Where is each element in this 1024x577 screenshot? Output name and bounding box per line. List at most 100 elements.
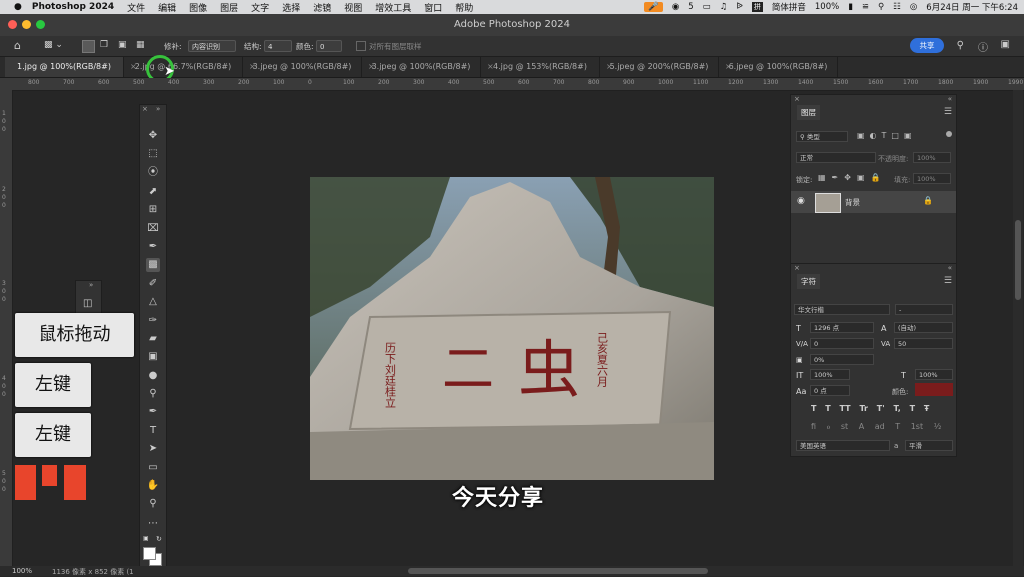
zoom-tool-icon[interactable]: ⚲	[146, 497, 160, 511]
close-tab-icon[interactable]: ×	[249, 57, 256, 77]
search-icon[interactable]: ⚲	[957, 40, 964, 51]
more-tools-icon[interactable]: ⋯	[146, 517, 160, 531]
bluetooth-icon[interactable]: ᐉ	[736, 2, 743, 12]
menu-window[interactable]: 窗口	[424, 1, 442, 14]
fill-field[interactable]: 100%	[913, 173, 951, 184]
home-icon[interactable]: ⌂	[14, 39, 21, 52]
gradient-tool-icon[interactable]: ▣	[146, 350, 160, 364]
vertical-scale-field[interactable]: 100%	[810, 369, 850, 380]
structure-select[interactable]: 4	[264, 40, 292, 52]
layer-kind-filter[interactable]: ⚲ 类型	[796, 131, 848, 142]
menu-filter[interactable]: 滤镜	[313, 1, 331, 14]
close-tab-icon[interactable]: ×	[725, 57, 732, 77]
history-brush-tool-icon[interactable]: ✑	[146, 314, 160, 328]
apple-icon[interactable]: ●	[14, 2, 22, 12]
menu-image[interactable]: 图像	[189, 1, 207, 14]
eyedropper-tool-icon[interactable]: ✒	[146, 240, 160, 254]
siri-icon[interactable]: ◎	[910, 2, 917, 12]
menu-layer[interactable]: 图层	[220, 1, 238, 14]
font-family-select[interactable]: 华文行楷	[794, 304, 890, 315]
horizontal-ruler[interactable]: 800 700 600 500 400 300 200 100 0 100 200 300 400 500…	[0, 78, 1024, 91]
horizontal-scale-field[interactable]: 100%	[915, 369, 953, 380]
collapse-icon[interactable]: »	[89, 281, 93, 289]
hand-tool-icon[interactable]: ✋	[146, 479, 160, 493]
menu-help[interactable]: 帮助	[455, 1, 473, 14]
close-window-icon[interactable]	[8, 20, 17, 29]
path-selection-tool-icon[interactable]: ➤	[146, 442, 160, 456]
opentype-buttons[interactable]: fi ℴ st A ad T 1st ½	[811, 422, 941, 431]
scrollbar-thumb[interactable]	[1015, 220, 1021, 300]
lasso-tool-icon[interactable]: ⦿	[146, 166, 160, 180]
default-colors-icon[interactable]: ▣	[143, 535, 149, 542]
doc-tab[interactable]: × 3.jpeg @ 100%(RGB/8#)	[362, 57, 481, 77]
horizontal-scrollbar-thumb[interactable]	[408, 568, 708, 574]
vertical-scrollbar[interactable]	[1013, 90, 1023, 566]
antialias-select[interactable]: 平滑	[905, 440, 953, 451]
canvas-image[interactable]: 二 虫 历下刘廷桂立 己亥夏六月	[310, 177, 714, 480]
patch-tool-icon[interactable]: ▩	[146, 258, 160, 272]
wechat-icon[interactable]: ◉	[672, 2, 679, 12]
language-select[interactable]: 美国英语	[796, 440, 890, 451]
doc-tab[interactable]: × 2.jpg @ 66.7%(RGB/8#)	[124, 57, 243, 77]
close-panel-icon[interactable]: ×	[794, 95, 800, 103]
menu-app-name[interactable]: Photoshop 2024	[32, 2, 114, 12]
help-icon[interactable]: ⓘ	[978, 39, 988, 54]
pen-tool-icon[interactable]: ✒	[146, 405, 160, 419]
visibility-eye-icon[interactable]: ◉	[797, 196, 805, 206]
close-tab-icon[interactable]: ×	[487, 57, 494, 77]
selection-intersect-icon[interactable]: ▦	[136, 40, 145, 50]
dodge-tool-icon[interactable]: ⚲	[146, 387, 160, 401]
patch-tool-preset-icon[interactable]: ▩ ⌄	[44, 40, 63, 50]
zoom-level[interactable]: 100%	[12, 567, 32, 575]
stamp-tool-icon[interactable]: △	[146, 295, 160, 309]
vertical-ruler[interactable]: 100 200 300 400 500	[0, 90, 13, 566]
layer-name[interactable]: 背景	[845, 197, 860, 208]
opacity-field[interactable]: 100%	[913, 152, 951, 163]
menu-edit[interactable]: 编辑	[158, 1, 176, 14]
mode-select[interactable]: 内容识别	[188, 40, 236, 52]
crop-tool-icon[interactable]: ⊞	[146, 203, 160, 217]
character-tab[interactable]: 字符	[797, 274, 820, 289]
doc-tab[interactable]: × 6.jpeg @ 100%(RGB/8#)	[719, 57, 838, 77]
close-panel-icon[interactable]: ×	[142, 105, 148, 113]
history-panel-icon[interactable]: ◫	[83, 298, 92, 309]
selection-add-icon[interactable]: ❐	[100, 40, 108, 50]
zoom-window-icon[interactable]	[36, 20, 45, 29]
frame-tool-icon[interactable]: ⌧	[146, 222, 160, 236]
collapse-icon[interactable]: «	[948, 95, 952, 103]
battery-icon[interactable]: ▮	[848, 2, 853, 12]
tsume-field[interactable]: 0%	[810, 354, 874, 365]
search-icon[interactable]: ⚲	[878, 2, 884, 12]
text-color-swatch[interactable]	[915, 383, 953, 396]
eraser-tool-icon[interactable]: ▰	[146, 332, 160, 346]
wifi-icon[interactable]: ≌	[862, 2, 869, 12]
selection-subtract-icon[interactable]: ▣	[118, 40, 127, 50]
lock-icons[interactable]: ▦✒✥▣🔒	[818, 173, 886, 182]
font-style-select[interactable]: -	[895, 304, 953, 315]
doc-tab[interactable]: × 4.jpg @ 153%(RGB/8#)	[481, 57, 600, 77]
rectangle-tool-icon[interactable]: ▭	[146, 461, 160, 475]
filter-toggle[interactable]	[946, 131, 952, 137]
menu-type[interactable]: 文字	[251, 1, 269, 14]
type-tool-icon[interactable]: T	[146, 424, 160, 438]
panel-menu-icon[interactable]: ☰	[944, 276, 952, 286]
ime-badge[interactable]: 拼	[751, 2, 763, 12]
menu-file[interactable]: 文件	[127, 1, 145, 14]
doc-tab[interactable]: 1.jpg @ 100%(RGB/8#)	[5, 57, 124, 77]
selection-new-icon[interactable]	[82, 40, 95, 53]
doc-tab[interactable]: × 5.jpeg @ 200%(RGB/8#)	[600, 57, 719, 77]
control-center-icon[interactable]: ☷	[893, 2, 901, 12]
workspace-icon[interactable]: ▣	[1001, 39, 1010, 50]
panel-menu-icon[interactable]: ☰	[944, 107, 952, 117]
swap-colors-icon[interactable]: ↻	[156, 535, 162, 543]
brush-tool-icon[interactable]: ✐	[146, 277, 160, 291]
marquee-tool-icon[interactable]: ⬚	[146, 147, 160, 161]
doc-tab[interactable]: × 3.jpeg @ 100%(RGB/8#)	[243, 57, 362, 77]
tracking-field[interactable]: 50	[894, 338, 953, 349]
close-tab-icon[interactable]: ×	[130, 57, 137, 77]
close-panel-icon[interactable]: ×	[794, 264, 800, 272]
type-style-buttons[interactable]: T T TT Tr T' T, T Ŧ	[811, 404, 929, 413]
menu-view[interactable]: 视图	[344, 1, 362, 14]
leading-field[interactable]: (自动)	[894, 322, 953, 333]
music-icon[interactable]: ♫	[720, 2, 728, 12]
